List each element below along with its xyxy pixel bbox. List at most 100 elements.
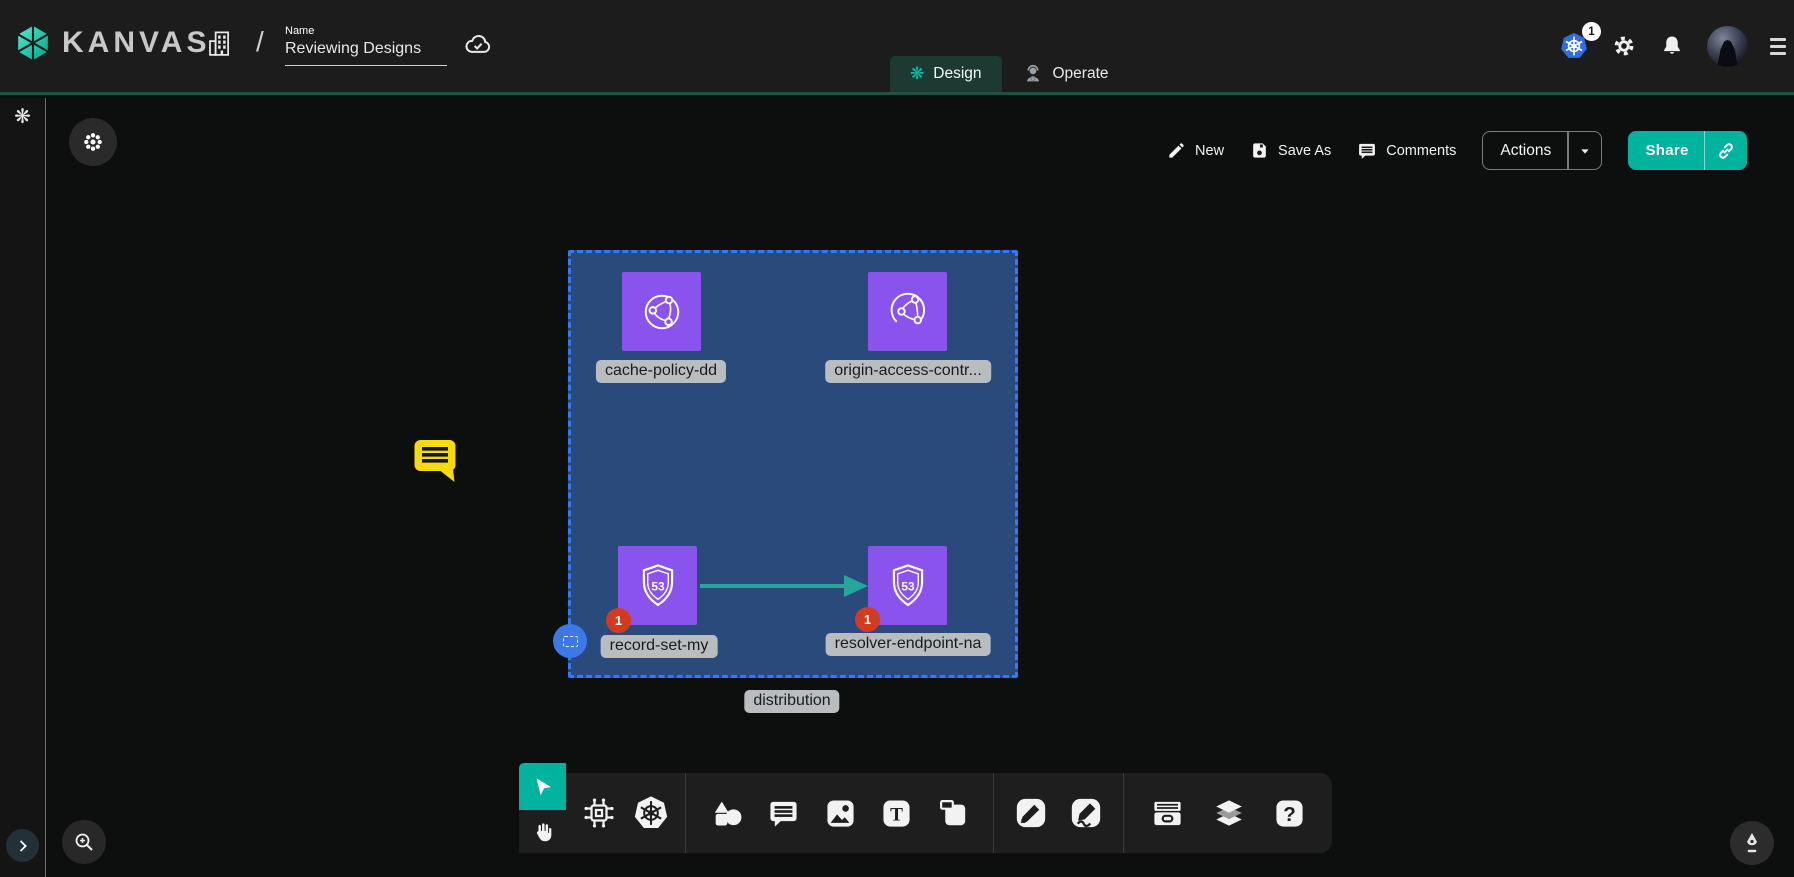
help-tool-icon: ? [1273, 797, 1306, 830]
cloud-saved-icon [463, 30, 493, 60]
pen-mode-button[interactable] [1730, 821, 1774, 865]
tab-operate-label: Operate [1053, 65, 1109, 83]
node-record-set[interactable]: 53 [618, 546, 697, 625]
pan-tool[interactable] [519, 810, 566, 853]
organization-building-icon [205, 28, 235, 58]
save-as-button[interactable]: Save As [1250, 141, 1331, 160]
left-sidebar: ❋ [0, 98, 46, 877]
pen-nib-icon [1739, 830, 1765, 856]
sidebar-expand-button[interactable] [6, 829, 39, 862]
text-tool[interactable]: T [880, 797, 913, 830]
save-floppy-icon [1250, 141, 1269, 160]
comments-label: Comments [1386, 143, 1456, 159]
node-label[interactable]: cache-policy-dd [596, 360, 726, 383]
toolbar-section-annotate: T [685, 773, 993, 853]
notifications-button[interactable] [1659, 33, 1685, 59]
flower-asterisk-icon [80, 129, 106, 155]
cloudfront-globe-icon [882, 286, 934, 338]
chevron-down-icon [1577, 143, 1593, 159]
node-error-badge[interactable]: 1 [606, 608, 631, 633]
text-tool-icon: T [880, 797, 913, 830]
name-field-label: Name [285, 25, 447, 37]
note-tool-icon [937, 797, 970, 830]
new-button[interactable]: New [1167, 141, 1224, 160]
hamburger-menu-icon[interactable] [1770, 38, 1786, 55]
pan-hand-icon [530, 819, 556, 845]
zoom-in-button[interactable] [62, 820, 106, 864]
organization-button[interactable] [205, 28, 235, 58]
node-label[interactable]: record-set-my [601, 635, 718, 658]
comments-icon [1357, 141, 1377, 161]
design-name-input[interactable] [285, 40, 447, 66]
top-bar: KANVAS / Name ❋ Design Operate 1 [0, 0, 1794, 95]
infrastructure-tool[interactable] [581, 795, 617, 831]
copy-link-button[interactable] [1705, 141, 1747, 161]
actions-dropdown-toggle[interactable] [1569, 143, 1601, 159]
node-label[interactable]: resolver-endpoint-na [826, 633, 991, 656]
kanvas-logo[interactable]: KANVAS [14, 24, 210, 62]
cloudfront-globe-icon [636, 286, 688, 338]
design-canvas[interactable]: New Save As Comments Actions Share [46, 98, 1794, 877]
group-label[interactable]: distribution [744, 690, 839, 713]
cursor-tool-icon [531, 775, 555, 799]
comment-tool-icon [767, 797, 800, 830]
node-origin-access-control[interactable] [868, 272, 947, 351]
node-label[interactable]: origin-access-contr... [825, 360, 991, 383]
svg-text:53: 53 [901, 579, 915, 593]
save-as-label: Save As [1278, 143, 1331, 159]
drawer-tool[interactable] [1150, 796, 1185, 831]
node-error-badge[interactable]: 1 [855, 607, 880, 632]
kanvas-hexagon-logo [14, 24, 52, 62]
toolbar-section-infra [566, 773, 685, 853]
layers-tool-icon [1211, 795, 1247, 831]
meshery-swirl-icon: ❋ [910, 66, 924, 83]
edge-record-set-to-resolver[interactable] [700, 570, 872, 602]
new-label: New [1195, 143, 1224, 159]
kubernetes-tool[interactable] [632, 794, 670, 832]
user-avatar[interactable] [1707, 26, 1748, 67]
route53-shield-icon: 53 [632, 560, 684, 612]
note-tool[interactable] [937, 797, 970, 830]
kubernetes-context-button[interactable]: 1 [1559, 31, 1589, 61]
image-tool-icon [824, 797, 857, 830]
pencil-icon [1167, 141, 1186, 160]
select-tool[interactable] [519, 763, 566, 810]
route53-shield-icon: 53 [882, 560, 934, 612]
drawer-tool-icon [1150, 796, 1185, 831]
shapes-tool[interactable] [710, 796, 744, 830]
canvas-menu-button[interactable] [69, 118, 117, 166]
bottom-toolbar: T [519, 763, 1379, 853]
freehand-draw-tool[interactable] [1069, 796, 1103, 830]
canvas-toolbar: New Save As Comments Actions Share [1167, 131, 1747, 170]
share-label: Share [1628, 142, 1704, 159]
operator-person-icon [1022, 63, 1044, 85]
infrastructure-chip-icon [581, 795, 617, 831]
header-right-actions: 1 [1559, 0, 1786, 92]
kubernetes-context-badge: 1 [1582, 22, 1601, 41]
dashed-selection-icon [563, 636, 578, 647]
tab-operate[interactable]: Operate [1002, 56, 1129, 92]
kubernetes-tool-icon [632, 794, 670, 832]
sidebar-meshery-button[interactable]: ❋ [0, 106, 45, 128]
group-selection-handle[interactable] [553, 624, 587, 658]
shapes-tool-icon [710, 796, 744, 830]
layers-tool[interactable] [1211, 795, 1247, 831]
breadcrumb-separator: / [256, 26, 264, 58]
pen-path-tool-icon [1014, 796, 1048, 830]
comments-button[interactable]: Comments [1357, 141, 1456, 161]
svg-text:?: ? [1283, 803, 1296, 826]
settings-button[interactable] [1611, 33, 1637, 59]
pen-path-tool[interactable] [1014, 796, 1048, 830]
help-tool[interactable]: ? [1273, 797, 1306, 830]
cloud-save-status[interactable] [463, 30, 493, 60]
comment-tool[interactable] [767, 797, 800, 830]
tab-design[interactable]: ❋ Design [890, 56, 1002, 92]
actions-split-button[interactable]: Actions [1482, 131, 1601, 170]
share-split-button[interactable]: Share [1628, 131, 1748, 170]
comment-marker[interactable] [413, 437, 457, 483]
node-cache-policy[interactable] [622, 272, 701, 351]
image-tool[interactable] [824, 797, 857, 830]
brand-name: KANVAS [62, 26, 210, 60]
node-resolver-endpoint[interactable]: 53 [868, 546, 947, 625]
mode-tabs: ❋ Design Operate [890, 56, 1129, 92]
